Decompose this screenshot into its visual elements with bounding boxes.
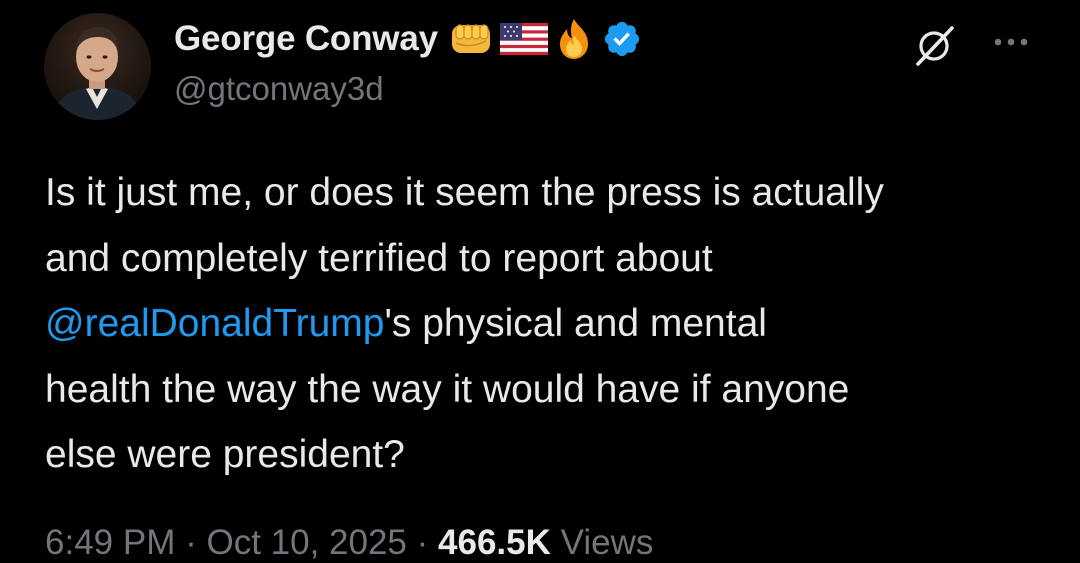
tweet-text-line: @realDonaldTrump's physical and mental — [45, 291, 1055, 357]
author-name-row: George Conway — [174, 14, 642, 64]
tweet-text-line: else were president? — [45, 433, 405, 476]
tweet-text: Is it just me, or does it seem the press… — [45, 160, 1055, 488]
grok-icon[interactable] — [912, 22, 958, 68]
tweet-text-fragment: 's physical and mental — [384, 302, 767, 345]
verified-badge-icon[interactable] — [602, 19, 642, 59]
meta-separator: · — [416, 523, 429, 562]
tweet-meta-row: 6:49 PM · Oct 10, 2025 · 466.5K Views — [45, 523, 653, 563]
tweet-text-line: health the way the way it would have if … — [45, 367, 850, 411]
us-flag-emoji — [499, 21, 548, 57]
more-options-icon[interactable] — [991, 22, 1031, 62]
fire-emoji — [554, 17, 594, 61]
author-handle[interactable]: @gtconway3d — [174, 70, 384, 108]
tweet-text-line: Is it just me, or does it seem the press… — [45, 171, 884, 214]
views-label: Views — [560, 523, 654, 562]
tweet-date[interactable]: Oct 10, 2025 — [206, 523, 406, 562]
mention-link[interactable]: @realDonaldTrump — [45, 302, 384, 345]
tweet-time[interactable]: 6:49 PM — [45, 523, 175, 562]
meta-separator: · — [185, 523, 197, 562]
views-count[interactable]: 466.5K — [438, 523, 551, 562]
fist-emoji — [450, 19, 494, 59]
author-display-name[interactable]: George Conway — [174, 19, 438, 59]
author-avatar[interactable] — [44, 13, 151, 120]
tweet-text-line: and completely terrified to report about — [45, 236, 713, 280]
